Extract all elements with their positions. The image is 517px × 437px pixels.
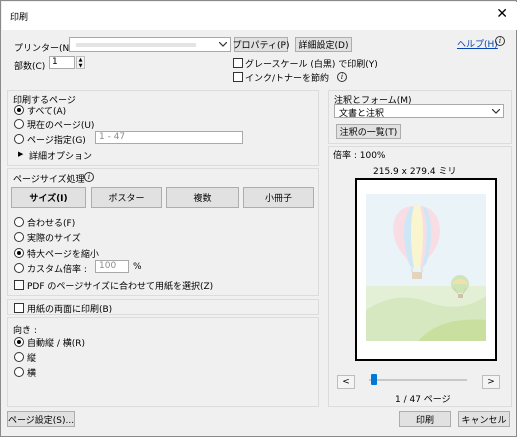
actual-size-label: 実際のサイズ: [27, 234, 81, 244]
percent-label: %: [133, 262, 142, 272]
tab-booklet[interactable]: 小冊子: [243, 187, 314, 208]
chevron-down-icon: [492, 109, 500, 114]
printer-select[interactable]: [69, 37, 231, 52]
orientation-portrait-label: 縦: [27, 354, 37, 364]
pages-all-label: すべて(A): [27, 107, 67, 117]
comments-select-value: 文書と注釈: [339, 109, 385, 119]
printer-name-blurred: [76, 43, 196, 47]
shrink-label: 特大ページを縮小: [27, 250, 99, 260]
actual-size-radio[interactable]: [14, 232, 24, 242]
copies-label: 部数(C) :: [14, 62, 52, 72]
page-slider-thumb[interactable]: [370, 374, 377, 385]
summarize-comments-button[interactable]: 注釈の一覧(T): [336, 124, 401, 139]
custom-scale-value: 100: [99, 261, 117, 271]
window-title: 印刷: [10, 13, 29, 23]
orientation-auto-radio[interactable]: [14, 337, 24, 347]
print-dialog: 印刷 ✕ プリンター(N) : プロパティ(P) 詳細設定(D) ヘルプ(H) …: [0, 0, 517, 437]
orientation-heading: 向き :: [13, 326, 37, 336]
copies-value: 1: [52, 57, 58, 67]
info-icon[interactable]: i: [337, 72, 347, 82]
prev-page-button[interactable]: <: [337, 375, 355, 389]
custom-scale-label: カスタム倍率 :: [27, 265, 87, 275]
page-counter: 1 / 47 ページ: [395, 395, 451, 405]
print-button[interactable]: 印刷: [399, 411, 451, 427]
page-setup-button[interactable]: ページ設定(S)...: [7, 411, 75, 427]
help-icon[interactable]: i: [495, 36, 505, 46]
close-icon[interactable]: ✕: [496, 7, 508, 21]
fit-label: 合わせる(F): [27, 219, 76, 229]
pdf-paper-checkbox[interactable]: [14, 280, 24, 290]
grayscale-label: グレースケール (白黒) で印刷(Y): [245, 60, 378, 70]
fit-radio[interactable]: [14, 217, 24, 227]
save-ink-label: インク/トナーを節約: [245, 74, 330, 84]
tab-size[interactable]: サイズ(I): [11, 187, 86, 208]
pages-specify-radio[interactable]: [14, 134, 24, 144]
shrink-radio[interactable]: [14, 248, 24, 258]
chevron-down-icon: [219, 42, 227, 47]
pdf-paper-label: PDF のページサイズに合わせて用紙を選択(Z): [27, 282, 214, 292]
save-ink-checkbox[interactable]: [233, 72, 243, 82]
next-page-button[interactable]: >: [482, 375, 500, 389]
preview-dimensions: 215.9 x 279.4 ミリ: [373, 167, 457, 177]
expand-triangle-icon[interactable]: ▶: [18, 150, 23, 158]
orientation-group: [7, 317, 319, 407]
pages-range-input[interactable]: 1 - 47: [95, 131, 243, 144]
more-options-toggle[interactable]: 詳細オプション: [29, 149, 92, 162]
tab-poster[interactable]: ポスター: [91, 187, 162, 208]
advanced-button[interactable]: 詳細設定(D): [295, 37, 352, 52]
comments-select[interactable]: 文書と注釈: [334, 104, 504, 119]
pages-specify-label: ページ指定(G): [27, 136, 86, 146]
pages-current-radio[interactable]: [14, 119, 24, 129]
custom-scale-input[interactable]: 100: [95, 260, 129, 273]
duplex-checkbox[interactable]: [14, 303, 24, 313]
orientation-landscape-label: 横: [27, 369, 37, 379]
help-link[interactable]: ヘルプ(H): [457, 37, 498, 50]
tab-multiple[interactable]: 複数: [166, 187, 239, 208]
orientation-landscape-radio[interactable]: [14, 367, 24, 377]
pages-range-placeholder: 1 - 47: [99, 132, 126, 142]
preview-page: [355, 178, 497, 361]
sizing-heading: ページサイズ処理: [13, 175, 85, 185]
copies-input[interactable]: 1: [49, 56, 75, 69]
pages-all-radio[interactable]: [14, 105, 24, 115]
title-bar: 印刷 ✕: [2, 2, 517, 30]
orientation-auto-label: 自動縦 / 横(R): [27, 339, 86, 349]
cancel-button[interactable]: キャンセル: [458, 411, 510, 427]
grayscale-checkbox[interactable]: [233, 58, 243, 68]
preview-scale: 倍率 : 100%: [333, 151, 386, 161]
copies-stepper[interactable]: ▲ ▼: [76, 56, 85, 69]
custom-scale-radio[interactable]: [14, 263, 24, 273]
sizing-info-icon[interactable]: i: [84, 172, 94, 182]
pages-current-label: 現在のページ(U): [27, 121, 95, 131]
duplex-label: 用紙の両面に印刷(B): [27, 305, 113, 315]
stepper-down-icon[interactable]: ▼: [79, 63, 83, 69]
orientation-portrait-radio[interactable]: [14, 352, 24, 362]
properties-button[interactable]: プロパティ(P): [233, 37, 289, 52]
balloon-illustration: [366, 194, 486, 341]
page-slider-track[interactable]: [369, 374, 467, 385]
